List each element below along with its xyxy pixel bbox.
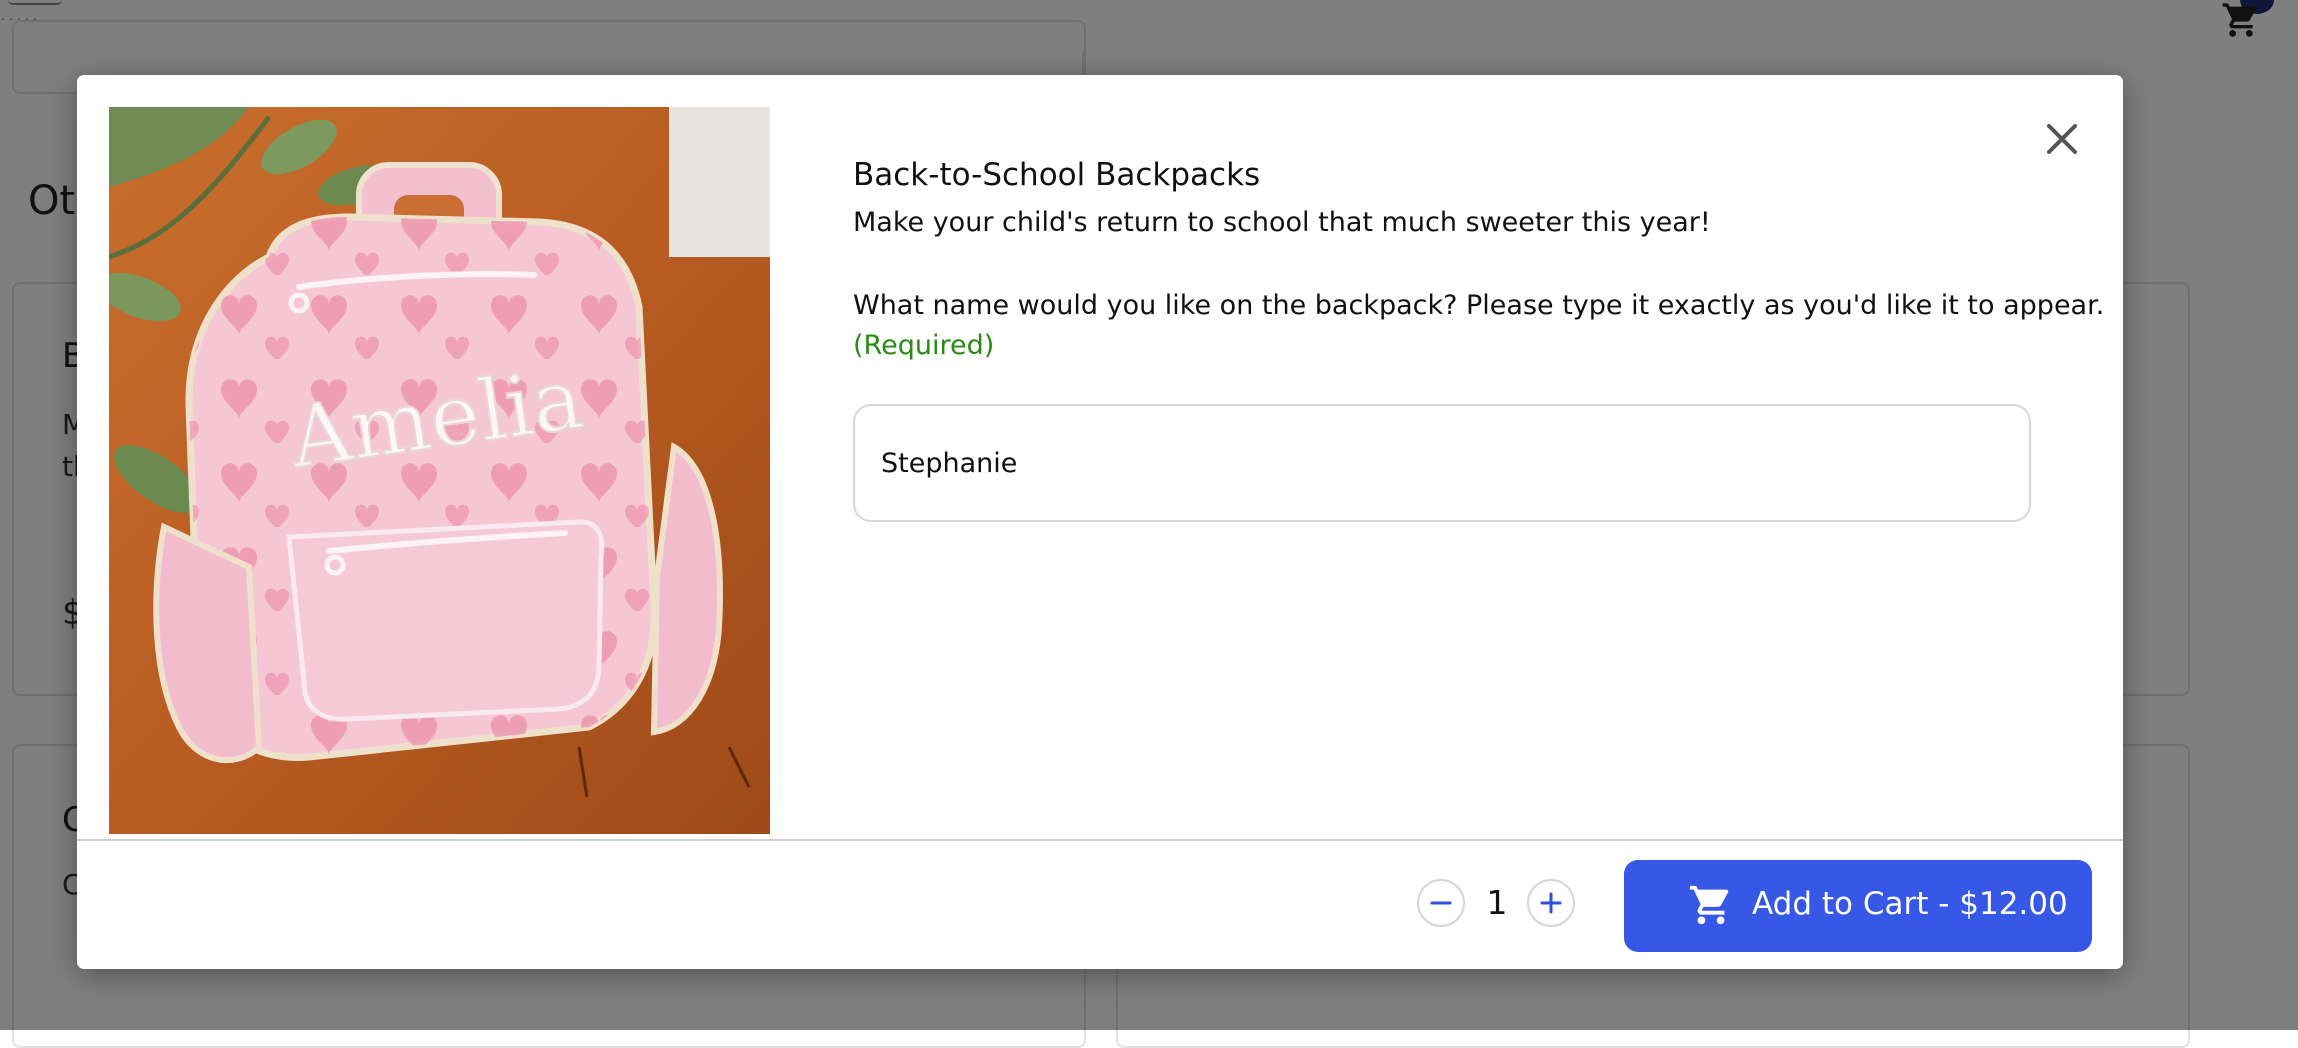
increase-quantity-button[interactable] xyxy=(1527,879,1575,927)
quantity-value: 1 xyxy=(1486,883,1508,922)
close-icon xyxy=(2047,124,2077,154)
close-button[interactable] xyxy=(2037,114,2087,164)
shopping-cart-icon xyxy=(1689,885,1729,925)
add-to-cart-label: Add to Cart - $12.00 xyxy=(1752,886,2068,922)
required-label: (Required) xyxy=(853,330,995,361)
product-title: Back-to-School Backpacks xyxy=(853,157,1261,193)
product-image: Amelia xyxy=(109,107,770,834)
modal-footer-divider xyxy=(77,839,2123,841)
product-modal: Amelia Back-to-School Backpacks Make you… xyxy=(77,75,2123,969)
personalization-question: What name would you like on the backpack… xyxy=(853,290,2105,321)
add-to-cart-button[interactable]: Add to Cart - $12.00 xyxy=(1624,860,2092,952)
decrease-quantity-button[interactable] xyxy=(1417,879,1465,927)
minus-icon xyxy=(1430,901,1452,905)
backpack-name-input[interactable] xyxy=(853,404,2031,522)
plus-icon xyxy=(1540,892,1562,914)
product-description: Make your child's return to school that … xyxy=(853,207,1711,238)
